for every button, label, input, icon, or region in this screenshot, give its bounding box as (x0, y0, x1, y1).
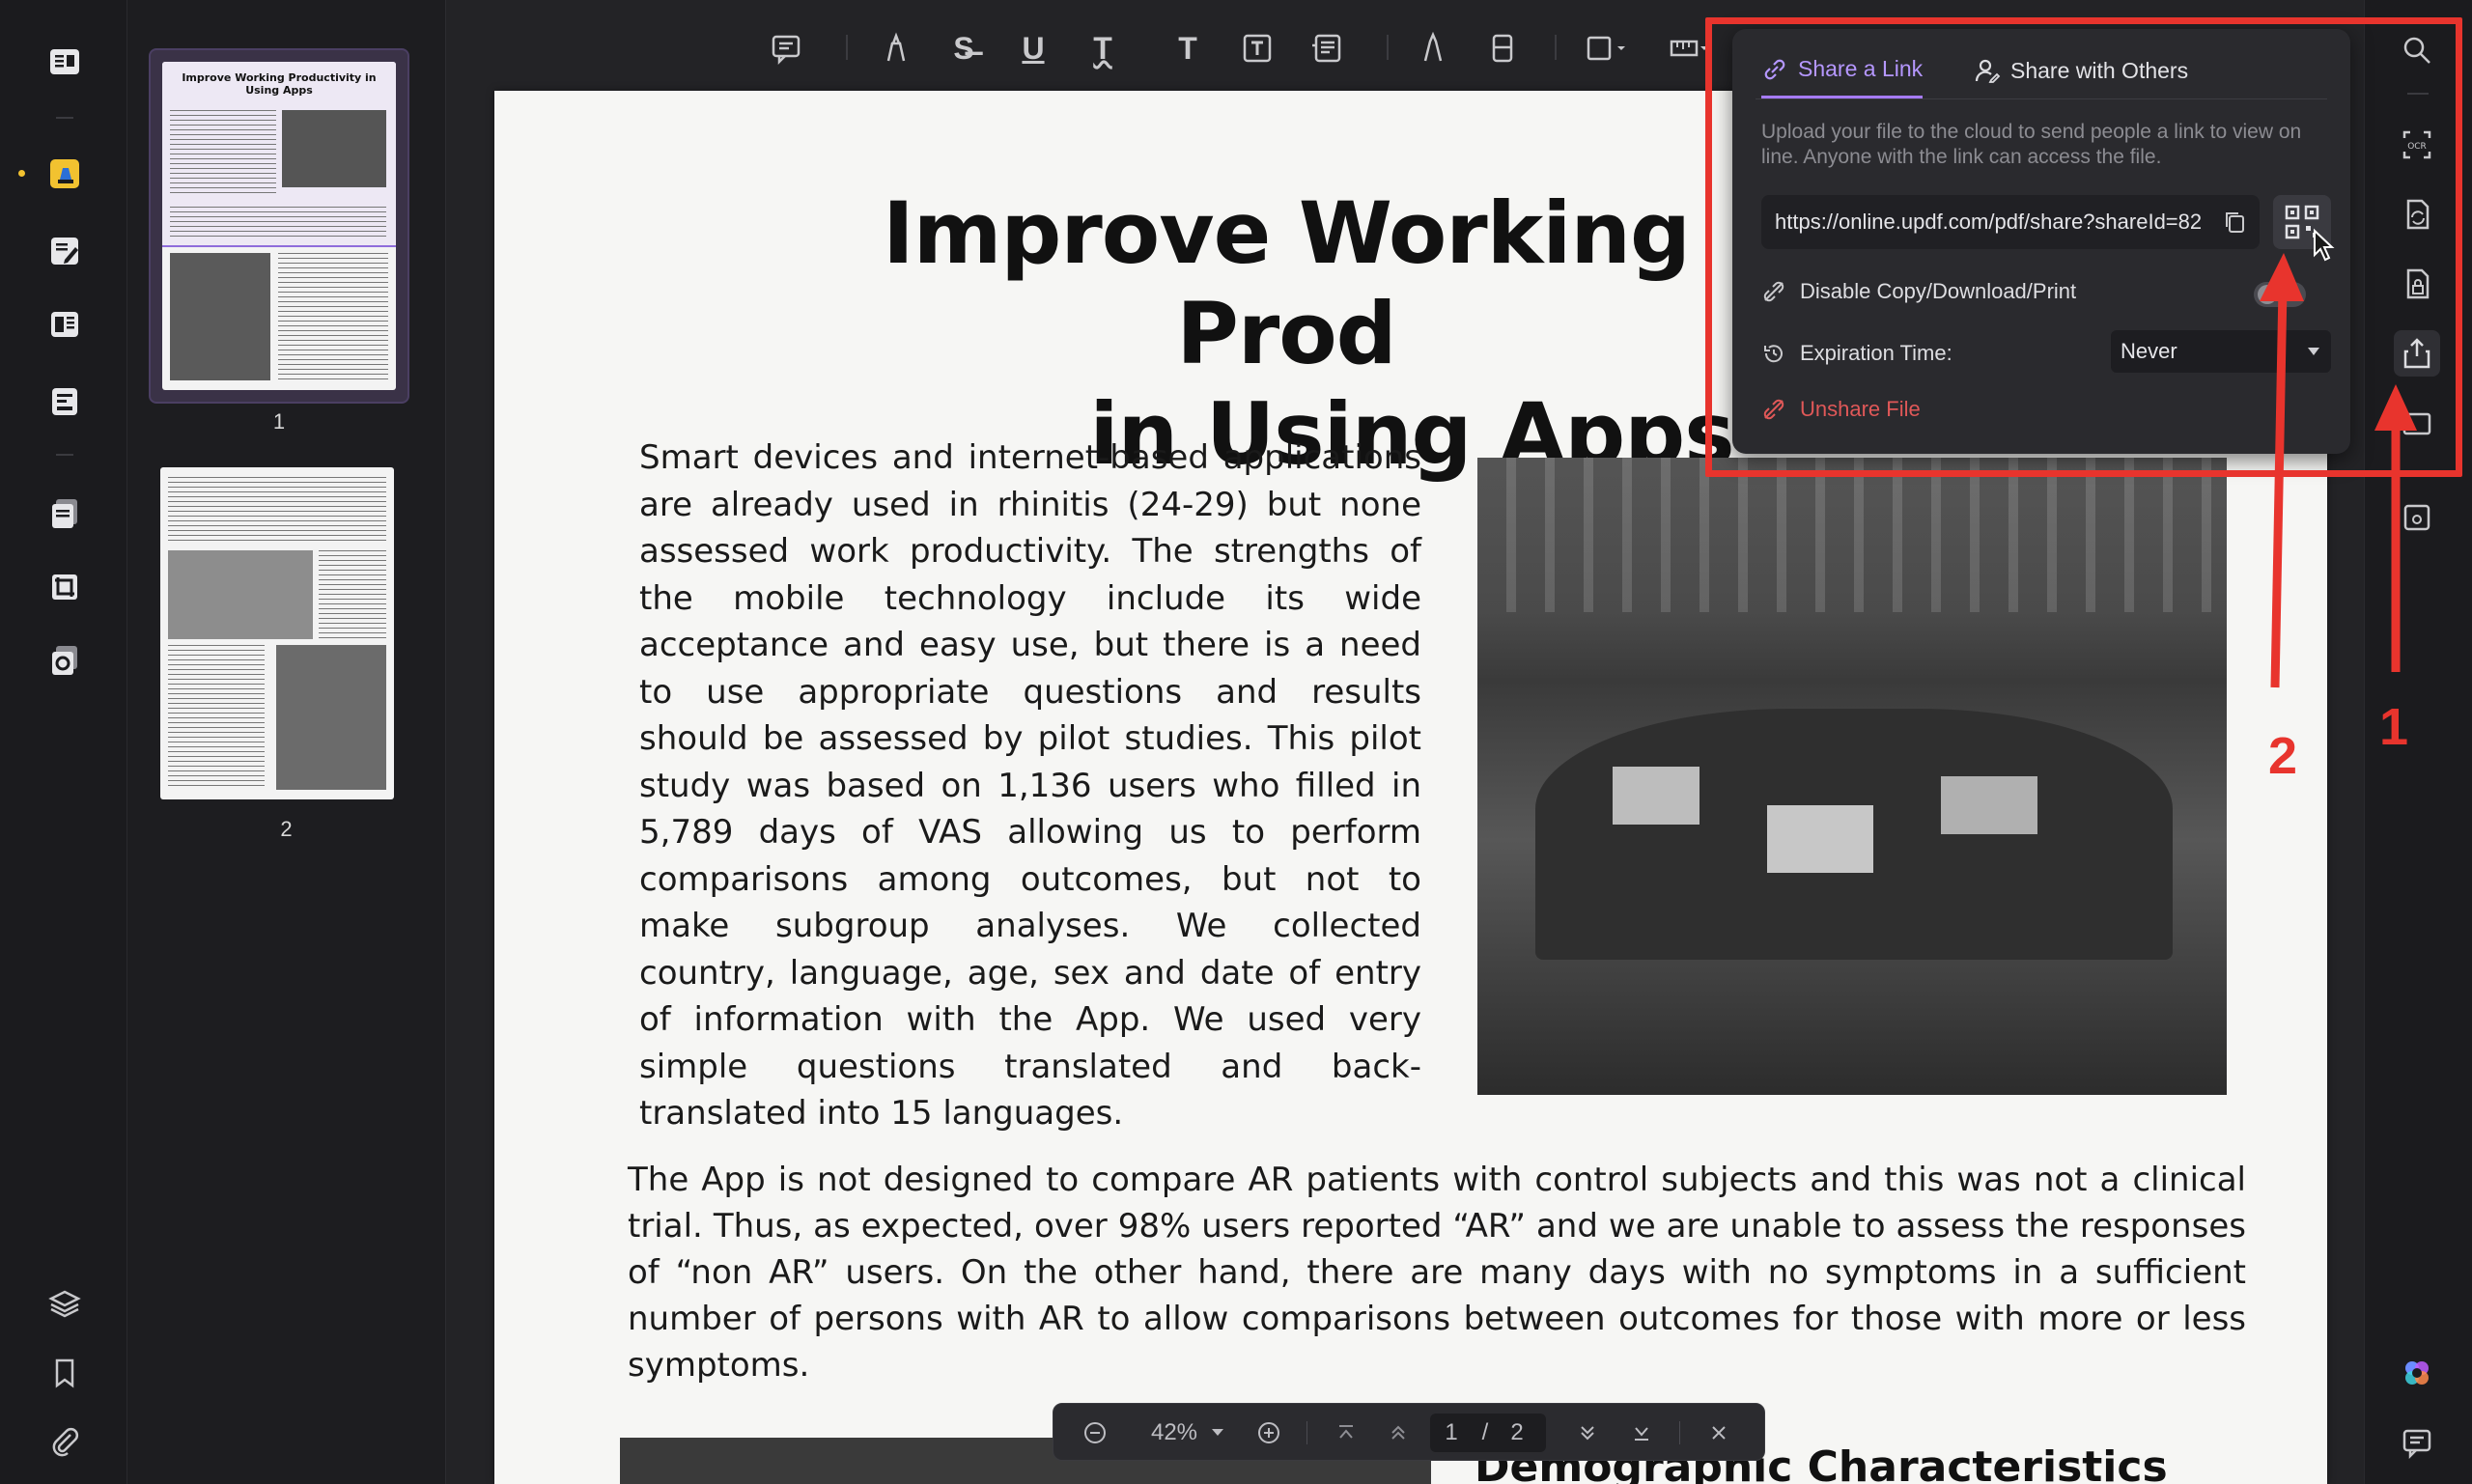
thumbnail-panel: Improve Working Productivity in Using Ap… (127, 0, 446, 1484)
edit-pdf-icon[interactable] (45, 232, 84, 270)
toolbar-divider (846, 35, 848, 60)
thumbnail-2-label: 2 (280, 817, 293, 841)
annotation-step-1: 1 (2379, 698, 2409, 756)
document-paragraph-2: The App is not designed to compare AR pa… (628, 1161, 2246, 1385)
annotation-step-2: 2 (2268, 727, 2298, 785)
organize-pages-icon[interactable] (45, 494, 84, 533)
zoom-level[interactable]: 42% (1140, 1404, 1208, 1462)
current-page-input[interactable]: 1 (1430, 1404, 1473, 1462)
form-icon[interactable] (45, 382, 84, 421)
last-page-icon[interactable] (1619, 1404, 1664, 1462)
page-tools-icon[interactable] (45, 641, 84, 680)
ai-assistant-icon[interactable] (2394, 1350, 2440, 1396)
reader-mode-icon[interactable] (45, 42, 84, 81)
crop-icon[interactable] (45, 568, 84, 606)
toolbar-divider (1555, 35, 1557, 60)
left-tool-rail (0, 0, 127, 1484)
save-icon[interactable] (2394, 494, 2440, 541)
close-zoom-bar-icon[interactable] (1697, 1404, 1741, 1462)
annotation-highlight-box (1705, 17, 2462, 477)
zoom-out-icon[interactable] (1073, 1404, 1117, 1462)
textbox-icon[interactable] (1234, 21, 1280, 75)
text-callout-icon[interactable] (1304, 21, 1350, 75)
active-indicator (18, 170, 25, 177)
text-icon[interactable]: T (1165, 21, 1211, 75)
rail-divider (56, 454, 73, 456)
attachment-icon[interactable] (45, 1423, 84, 1462)
thumbnail-page-2[interactable] (160, 467, 394, 799)
shape-icon[interactable] (1580, 21, 1638, 75)
first-page-icon[interactable] (1324, 1404, 1368, 1462)
zoom-in-icon[interactable] (1247, 1404, 1291, 1462)
pencil-icon[interactable] (1410, 21, 1456, 75)
document-photo (1477, 458, 2227, 1095)
document-paragraph-1: Smart devices and internet-based applica… (639, 438, 1421, 1133)
eraser-icon[interactable] (1479, 21, 1526, 75)
strikethrough-icon[interactable]: S̶ (941, 21, 987, 75)
page-indicator[interactable]: 1 / 2 (1430, 1414, 1546, 1452)
comment-note-icon[interactable] (763, 21, 809, 75)
next-page-icon[interactable] (1565, 1404, 1610, 1462)
thumbnail-page-1[interactable]: Improve Working Productivity in Using Ap… (162, 62, 396, 390)
underline-icon[interactable]: U (1010, 21, 1056, 75)
document-title-line1: Improve Working Prod (882, 183, 1691, 383)
zoom-navigation-bar: 42% 1 / 2 (1053, 1403, 1765, 1461)
comment-mode-icon[interactable] (45, 154, 84, 193)
thumbnail-1-label: 1 (272, 409, 286, 434)
bookmark-icon[interactable] (45, 1354, 84, 1392)
zoom-bar-divider (1679, 1421, 1680, 1444)
comments-panel-icon[interactable] (2394, 1419, 2440, 1466)
previous-page-icon[interactable] (1376, 1404, 1420, 1462)
layers-icon[interactable] (45, 1284, 84, 1323)
page-separator: / (1481, 1419, 1489, 1445)
thumbnail-1-title: Improve Working Productivity in Using Ap… (182, 71, 377, 97)
zoom-bar-divider (1306, 1421, 1307, 1444)
squiggly-icon[interactable]: T (1080, 21, 1126, 75)
toolbar-divider (1387, 35, 1389, 60)
comment-toolbar: S̶ U T T (763, 21, 1728, 75)
total-pages: 2 (1510, 1419, 1524, 1445)
page-layout-icon[interactable] (45, 305, 84, 344)
highlight-icon[interactable] (873, 21, 919, 75)
zoom-dropdown-icon[interactable] (1206, 1404, 1229, 1462)
rail-divider (56, 117, 73, 119)
thumbnail-1-frame[interactable]: Improve Working Productivity in Using Ap… (149, 48, 409, 434)
